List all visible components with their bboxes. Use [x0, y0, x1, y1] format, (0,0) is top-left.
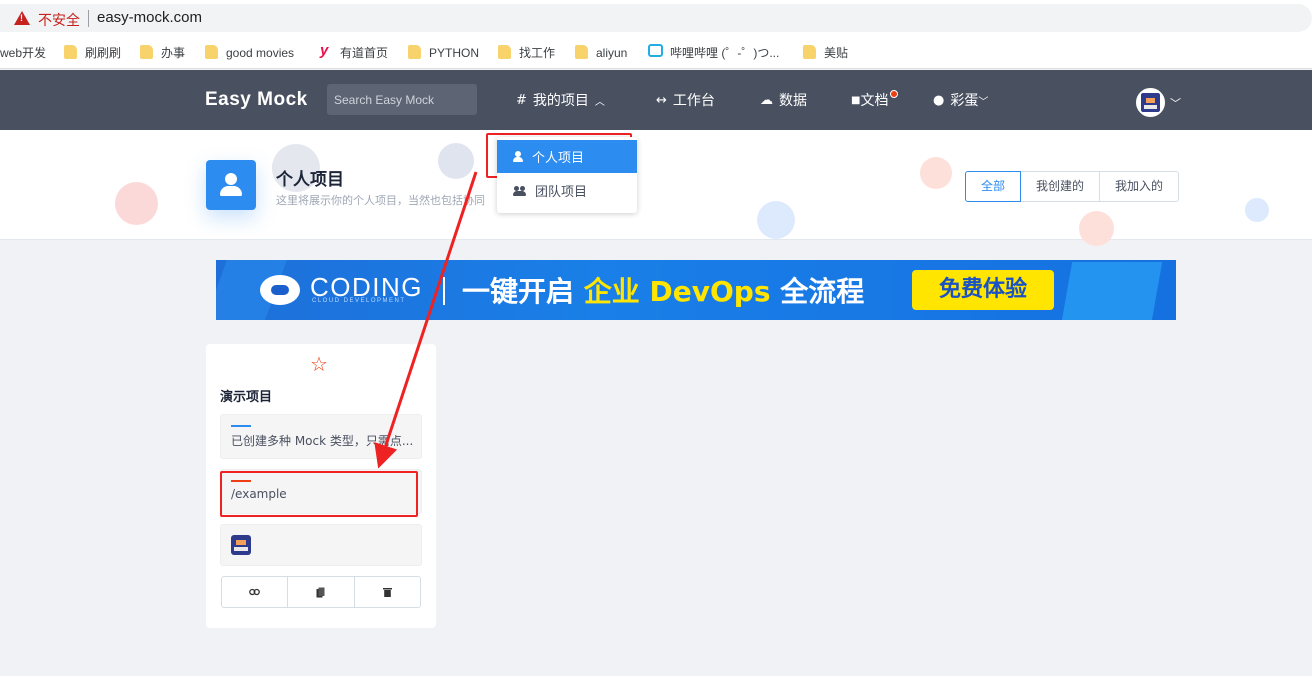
project-description: 已创建多种 Mock 类型，只需点...	[231, 434, 414, 448]
nav-easter-egg[interactable]: ● 彩蛋 ﹀	[933, 90, 988, 110]
chevron-down-icon[interactable]: ﹀	[1170, 95, 1181, 111]
top-navbar: Easy Mock # 我的项目 ︿ ↔ 工作台 ☁ 数据 ■ 文档 ● 彩蛋 …	[0, 70, 1312, 130]
free-trial-button[interactable]: 免费体验	[912, 270, 1054, 310]
nav-docs[interactable]: ■ 文档	[851, 90, 888, 110]
bookmark-good-movies[interactable]: good movies	[226, 44, 294, 62]
security-label[interactable]: 不安全	[38, 10, 80, 30]
slogan-highlight: 企业 DevOps	[583, 275, 771, 308]
bookmark-python[interactable]: PYTHON	[429, 44, 479, 62]
folder-icon	[140, 45, 153, 59]
app-logo[interactable]: Easy Mock	[205, 89, 308, 111]
dropdown-item-personal[interactable]: 个人项目	[497, 140, 637, 173]
folder-icon	[575, 45, 588, 59]
accent-bar	[231, 425, 251, 427]
decor-bubble	[115, 182, 158, 225]
decor-bubble	[757, 201, 795, 239]
url-text[interactable]: easy-mock.com	[97, 9, 202, 26]
nav-label: 我的项目	[532, 93, 589, 109]
page-subtitle: 这里将展示你的个人项目，当然也包括协同	[276, 194, 485, 207]
filter-joined-button[interactable]: 我加入的	[1099, 171, 1180, 202]
star-icon[interactable]: ☆	[310, 352, 328, 376]
member-avatar[interactable]	[231, 535, 251, 555]
decor-bubble	[1245, 198, 1269, 222]
code-icon: ↔	[656, 92, 667, 108]
decor-bubble	[1079, 211, 1114, 246]
bookmark-aliyun[interactable]: aliyun	[596, 44, 627, 62]
decor-bubble	[438, 143, 474, 179]
copy-icon[interactable]	[288, 577, 355, 607]
trash-icon[interactable]	[355, 577, 420, 607]
banner-divider	[443, 277, 445, 305]
dropdown-item-team[interactable]: 团队项目	[497, 174, 637, 207]
folder-icon	[803, 45, 816, 59]
banner-decor	[1059, 262, 1163, 320]
annotation-box-url	[220, 471, 418, 517]
coding-logo-icon	[260, 275, 300, 305]
folder-icon	[408, 45, 421, 59]
browser-address-bar: 不安全 easy-mock.com	[0, 0, 1312, 37]
hash-icon: #	[516, 92, 527, 108]
bookmark-youdao[interactable]: 有道首页	[340, 44, 388, 62]
slogan-pre: 一键开启	[462, 275, 575, 308]
projects-dropdown: 个人项目 团队项目	[497, 137, 637, 213]
people-icon	[513, 185, 526, 196]
coding-ad-banner[interactable]: CODING CLOUD DEVELOPMENT 一键开启 企业 DevOps …	[216, 260, 1176, 320]
chevron-down-icon: ﹀	[978, 96, 989, 108]
youdao-icon: y	[320, 42, 329, 59]
decor-bubble	[920, 157, 952, 189]
nav-data[interactable]: ☁ 数据	[760, 90, 807, 110]
bookmark-bilibili[interactable]: 哔哩哔哩 (゜-゜)つ...	[670, 44, 779, 62]
address-divider	[88, 10, 89, 27]
book-icon: ■	[851, 94, 861, 106]
project-actions	[221, 576, 421, 608]
dropdown-label: 团队项目	[535, 185, 588, 200]
nav-label: 数据	[779, 93, 807, 109]
bilibili-icon	[648, 44, 663, 57]
filter-tabs: 全部 我创建的 我加入的	[965, 171, 1180, 202]
chevron-up-icon: ︿	[594, 96, 605, 108]
slogan-post: 全流程	[780, 275, 865, 308]
folder-icon	[64, 45, 77, 59]
person-icon	[206, 160, 256, 210]
bookmarks-bar: web开发 刷刷刷 办事 good movies y 有道首页 PYTHON 找…	[0, 37, 1312, 69]
folder-icon	[205, 45, 218, 59]
project-description-box: 已创建多种 Mock 类型，只需点...	[220, 414, 422, 459]
bookmark-shuashua[interactable]: 刷刷刷	[85, 44, 121, 62]
nav-label: 工作台	[672, 93, 715, 109]
link-icon[interactable]	[222, 577, 289, 607]
page-title: 个人项目	[276, 170, 344, 190]
banner-slogan: 一键开启 企业 DevOps 全流程	[462, 270, 864, 310]
nav-label: 彩蛋	[950, 93, 979, 109]
banner-brand-sub: CLOUD DEVELOPMENT	[312, 298, 406, 304]
cloud-icon: ☁	[760, 92, 773, 108]
project-title[interactable]: 演示项目	[220, 386, 272, 405]
dropdown-label: 个人项目	[532, 151, 585, 166]
person-icon	[513, 151, 523, 162]
user-avatar[interactable]	[1136, 88, 1165, 117]
nav-my-projects[interactable]: # 我的项目 ︿	[516, 90, 605, 110]
nav-workbench[interactable]: ↔ 工作台	[656, 90, 715, 110]
bookmark-job[interactable]: 找工作	[519, 44, 555, 62]
nav-label: 文档	[860, 93, 889, 109]
filter-all-button[interactable]: 全部	[965, 171, 1022, 202]
folder-icon	[498, 45, 511, 59]
notification-dot	[890, 90, 898, 98]
warning-icon[interactable]	[14, 11, 30, 25]
filter-created-button[interactable]: 我创建的	[1020, 171, 1101, 202]
search-input[interactable]	[327, 84, 477, 115]
bookmark-banshi[interactable]: 办事	[161, 44, 185, 62]
bookmark-meitie[interactable]: 美贴	[824, 44, 848, 62]
bookmark-web[interactable]: web开发	[0, 44, 46, 62]
egg-icon: ●	[933, 92, 945, 108]
